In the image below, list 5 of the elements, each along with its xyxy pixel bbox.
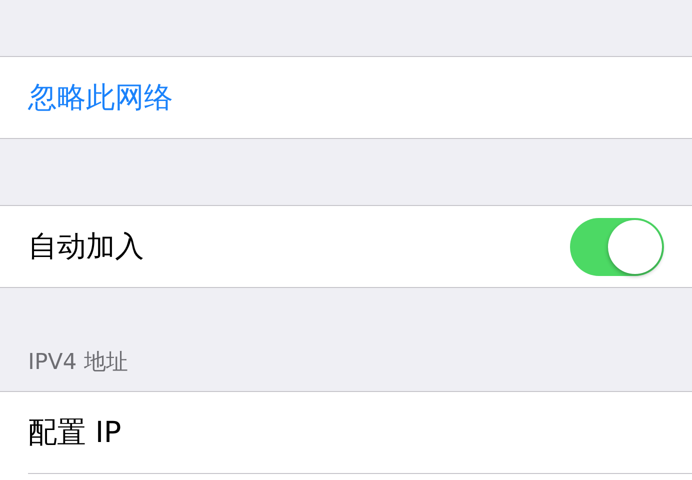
forget-network-link[interactable]: 忽略此网络 [28, 78, 173, 118]
auto-join-label: 自动加入 [28, 228, 144, 264]
section-header: IPV4 地址 [28, 349, 128, 377]
configure-ip-label[interactable]: 配置 IP [28, 412, 122, 452]
auto-join-switch[interactable] [570, 218, 664, 276]
